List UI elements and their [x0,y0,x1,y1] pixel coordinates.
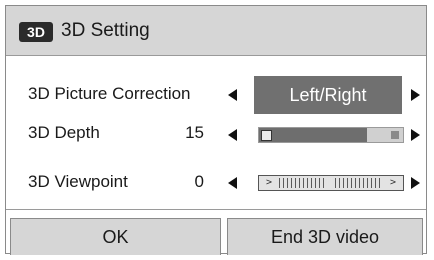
viewpoint-left-arrow[interactable] [228,177,237,189]
depth-left-arrow[interactable] [228,129,237,141]
picture-correction-right-arrow[interactable] [411,89,420,101]
3d-icon: 3D [19,22,53,42]
viewpoint-slider[interactable]: > > [258,175,404,191]
end-3d-video-button[interactable]: End 3D video [227,218,423,255]
depth-slider[interactable] [258,127,404,143]
svg-text:3D: 3D [27,24,45,40]
viewpoint-right-arrow[interactable] [411,177,420,189]
picture-correction-label: 3D Picture Correction [28,84,191,103]
viewpoint-value: 0 [194,172,204,191]
dialog-title: 3D Setting [61,20,150,41]
viewpoint-right-end-icon: > [389,177,397,188]
depth-right-arrow[interactable] [411,129,420,141]
depth-label: 3D Depth [28,123,100,142]
viewpoint-center-marker [325,176,333,190]
depth-value: 15 [185,123,204,142]
picture-correction-value[interactable]: Left/Right [254,76,402,114]
depth-max-marker [391,131,399,139]
depth-slider-fill [259,128,367,142]
button-divider [6,209,426,210]
ok-button[interactable]: OK [10,218,221,255]
depth-min-marker [261,130,272,141]
viewpoint-left-end-icon: > [265,177,273,188]
picture-correction-left-arrow[interactable] [228,89,237,101]
viewpoint-label: 3D Viewpoint [28,172,128,191]
title-bar: 3D 3D Setting [6,6,426,56]
3d-setting-dialog: 3D 3D Setting 3D Picture Correction Left… [5,5,427,255]
